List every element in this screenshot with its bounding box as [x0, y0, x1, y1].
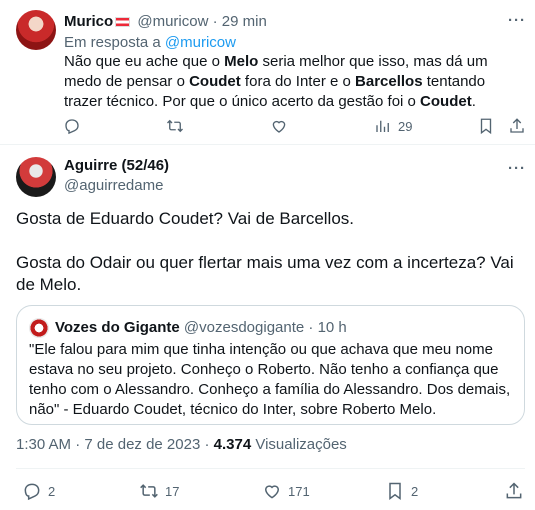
tweet-text: Gosta de Eduardo Coudet? Vai de Barcello…	[16, 208, 521, 318]
avatar[interactable]	[16, 157, 56, 197]
quoted-tweet[interactable]: Vozes do Gigante @vozesdogigante · 10 h …	[16, 305, 525, 425]
quoted-time: 10 h	[317, 319, 347, 336]
tweet-header: Murico @muricow · 29 min	[64, 12, 267, 32]
quoted-avatar	[29, 318, 49, 338]
share-button[interactable]	[504, 481, 524, 501]
tweet-text-bold: Melo	[224, 53, 259, 70]
reply-tweet[interactable]: Murico @muricow · 29 min ··· Em resposta…	[0, 0, 535, 145]
reply-button[interactable]: 2	[22, 481, 55, 501]
share-icon	[504, 481, 524, 501]
austria-flag-icon	[115, 17, 131, 27]
views-total: 4.374	[213, 436, 252, 453]
like-icon	[270, 117, 288, 135]
tweet-text-segment: fora do Inter e o	[240, 73, 356, 90]
avatar[interactable]	[16, 10, 56, 50]
reply-to-link[interactable]: @muricow	[165, 34, 236, 51]
author-name[interactable]: Aguirre (52/46)	[64, 156, 169, 176]
quoted-text: "Ele falou para mim que tinha intenção o…	[29, 341, 511, 418]
share-icon	[508, 117, 526, 135]
reply-prefix: Em resposta a	[64, 34, 161, 51]
like-button[interactable]	[270, 117, 288, 135]
tweet-meta: 1:30 AM · 7 de dez de 2023 · 4.374 Visua…	[16, 435, 347, 455]
bookmark-icon	[385, 481, 405, 501]
reply-icon	[22, 481, 42, 501]
author-handle[interactable]: @muricow	[137, 13, 208, 30]
reply-icon	[63, 117, 81, 135]
retweet-count: 17	[165, 483, 180, 499]
separator-dot: ·	[212, 13, 218, 30]
tweet-text-bold: Barcellos	[355, 73, 423, 90]
tweet-text-bold: Coudet	[420, 93, 472, 110]
retweet-button[interactable]	[166, 117, 184, 135]
tweet-paragraph: Gosta do Odair ou quer flertar mais uma …	[16, 253, 514, 294]
reply-count: 2	[48, 483, 56, 499]
tweet-text-segment: .	[471, 93, 476, 110]
tweet-paragraph: Gosta de Eduardo Coudet? Vai de Barcello…	[16, 209, 355, 228]
author-name[interactable]: Murico	[64, 13, 113, 30]
bookmark-count: 2	[411, 483, 419, 499]
bookmark-icon	[477, 117, 495, 135]
divider	[16, 468, 525, 469]
retweet-icon	[166, 117, 184, 135]
tweet-text: Não que eu ache que o Melo seria melhor …	[64, 52, 524, 112]
author-handle[interactable]: @aguirredame	[64, 176, 163, 196]
retweet-button[interactable]: 17	[139, 481, 179, 501]
quoted-header: Vozes do Gigante @vozesdogigante · 10 h	[55, 318, 347, 338]
reply-context: Em resposta a @muricow	[64, 33, 236, 53]
more-icon[interactable]: ···	[508, 160, 526, 177]
views-label: Visualizações	[255, 436, 347, 453]
reply-button[interactable]	[63, 117, 81, 135]
separator-dot: ·	[308, 319, 314, 336]
tweet-text-bold: Coudet	[189, 73, 241, 90]
share-button[interactable]	[508, 117, 526, 135]
like-button[interactable]: 171	[262, 481, 310, 501]
tweet-timestamp[interactable]: 1:30 AM · 7 de dez de 2023 ·	[16, 436, 209, 453]
quoted-author-name: Vozes do Gigante	[55, 319, 180, 336]
more-icon[interactable]: ···	[508, 12, 526, 29]
tweet-time[interactable]: 29 min	[222, 13, 267, 30]
retweet-icon	[139, 481, 159, 501]
like-icon	[262, 481, 282, 501]
quoted-author-handle: @vozesdogigante	[183, 319, 305, 336]
bookmark-button[interactable]	[477, 117, 495, 135]
tweet-text-segment: Não que eu ache que o	[64, 53, 225, 70]
views-icon	[374, 117, 392, 135]
like-count: 171	[288, 483, 310, 499]
bookmark-button[interactable]: 2	[385, 481, 418, 501]
views-count: 29	[398, 118, 413, 134]
views-button[interactable]: 29	[374, 117, 412, 135]
